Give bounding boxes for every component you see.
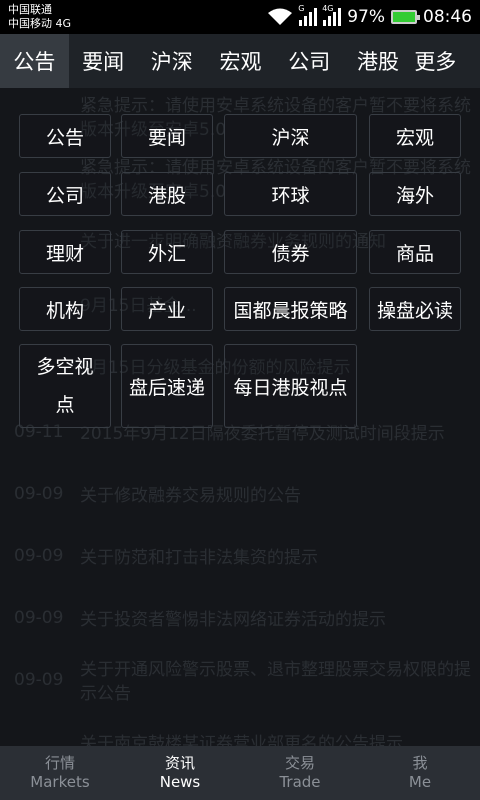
- tab-company[interactable]: 公司: [275, 34, 344, 88]
- tab-more[interactable]: 更多: [412, 34, 480, 88]
- status-icons: G 4G 97% 08:46: [267, 0, 472, 34]
- category-global[interactable]: 环球: [224, 172, 357, 216]
- clock: 08:46: [423, 7, 472, 27]
- nav-news-cn: 资讯: [164, 754, 195, 772]
- nav-trade-en: Trade: [279, 773, 321, 791]
- category-morning-strategy[interactable]: 国都晨报策略: [224, 287, 357, 331]
- nav-me[interactable]: 我 Me: [360, 746, 480, 800]
- category-industry[interactable]: 产业: [121, 287, 213, 331]
- tab-shanghai-shenzhen[interactable]: 沪深: [137, 34, 206, 88]
- tab-announcement[interactable]: 公告: [0, 34, 69, 88]
- category-commodities[interactable]: 商品: [369, 230, 461, 274]
- nav-markets-cn: 行情: [44, 754, 75, 772]
- tab-headlines[interactable]: 要闻: [69, 34, 138, 88]
- bottom-nav: 行情 Markets 资讯 News 交易 Trade 我 Me: [0, 746, 480, 800]
- nav-me-en: Me: [408, 773, 432, 791]
- category-trading-must-read[interactable]: 操盘必读: [369, 287, 461, 331]
- category-forex[interactable]: 外汇: [121, 230, 213, 274]
- category-overseas[interactable]: 海外: [369, 172, 461, 216]
- nav-markets[interactable]: 行情 Markets: [0, 746, 120, 800]
- category-shanghai-shenzhen[interactable]: 沪深: [224, 114, 357, 158]
- category-macro[interactable]: 宏观: [369, 114, 461, 158]
- signal-icon-2: 4G: [322, 4, 342, 26]
- category-tab-bar: 公告 要闻 沪深 宏观 公司 港股 更多: [0, 34, 480, 88]
- category-daily-hk-views[interactable]: 每日港股视点: [224, 344, 357, 428]
- category-institutions[interactable]: 机构: [19, 287, 111, 331]
- category-wealth-management[interactable]: 理财: [19, 230, 111, 274]
- tab-macro[interactable]: 宏观: [206, 34, 275, 88]
- wifi-icon: [268, 8, 293, 25]
- category-announcement[interactable]: 公告: [19, 114, 111, 158]
- category-headlines[interactable]: 要闻: [121, 114, 213, 158]
- battery-icon: [391, 10, 420, 24]
- nav-news-en: News: [159, 773, 201, 791]
- signal-icon-1: G: [298, 4, 318, 26]
- category-after-hours[interactable]: 盘后速递: [121, 344, 213, 428]
- battery-percent: 97%: [347, 7, 385, 27]
- nav-markets-en: Markets: [30, 773, 90, 791]
- network-type-1: G: [298, 4, 305, 13]
- nav-me-cn: 我: [412, 754, 428, 772]
- carrier-1: 中国联通: [8, 3, 52, 16]
- category-long-short-views[interactable]: 多空视点: [19, 344, 111, 428]
- tab-hk-stocks[interactable]: 港股: [344, 34, 413, 88]
- nav-news[interactable]: 资讯 News: [120, 746, 240, 800]
- nav-trade[interactable]: 交易 Trade: [240, 746, 360, 800]
- carrier-2: 中国移动 4G: [8, 17, 72, 30]
- network-type-2: 4G: [322, 4, 334, 13]
- status-bar: 中国联通 中国移动 4G G 4G 97% 08:46: [0, 0, 480, 34]
- nav-trade-cn: 交易: [284, 754, 315, 772]
- category-hk-stocks[interactable]: 港股: [121, 172, 213, 216]
- category-bonds[interactable]: 债券: [224, 230, 357, 274]
- category-company[interactable]: 公司: [19, 172, 111, 216]
